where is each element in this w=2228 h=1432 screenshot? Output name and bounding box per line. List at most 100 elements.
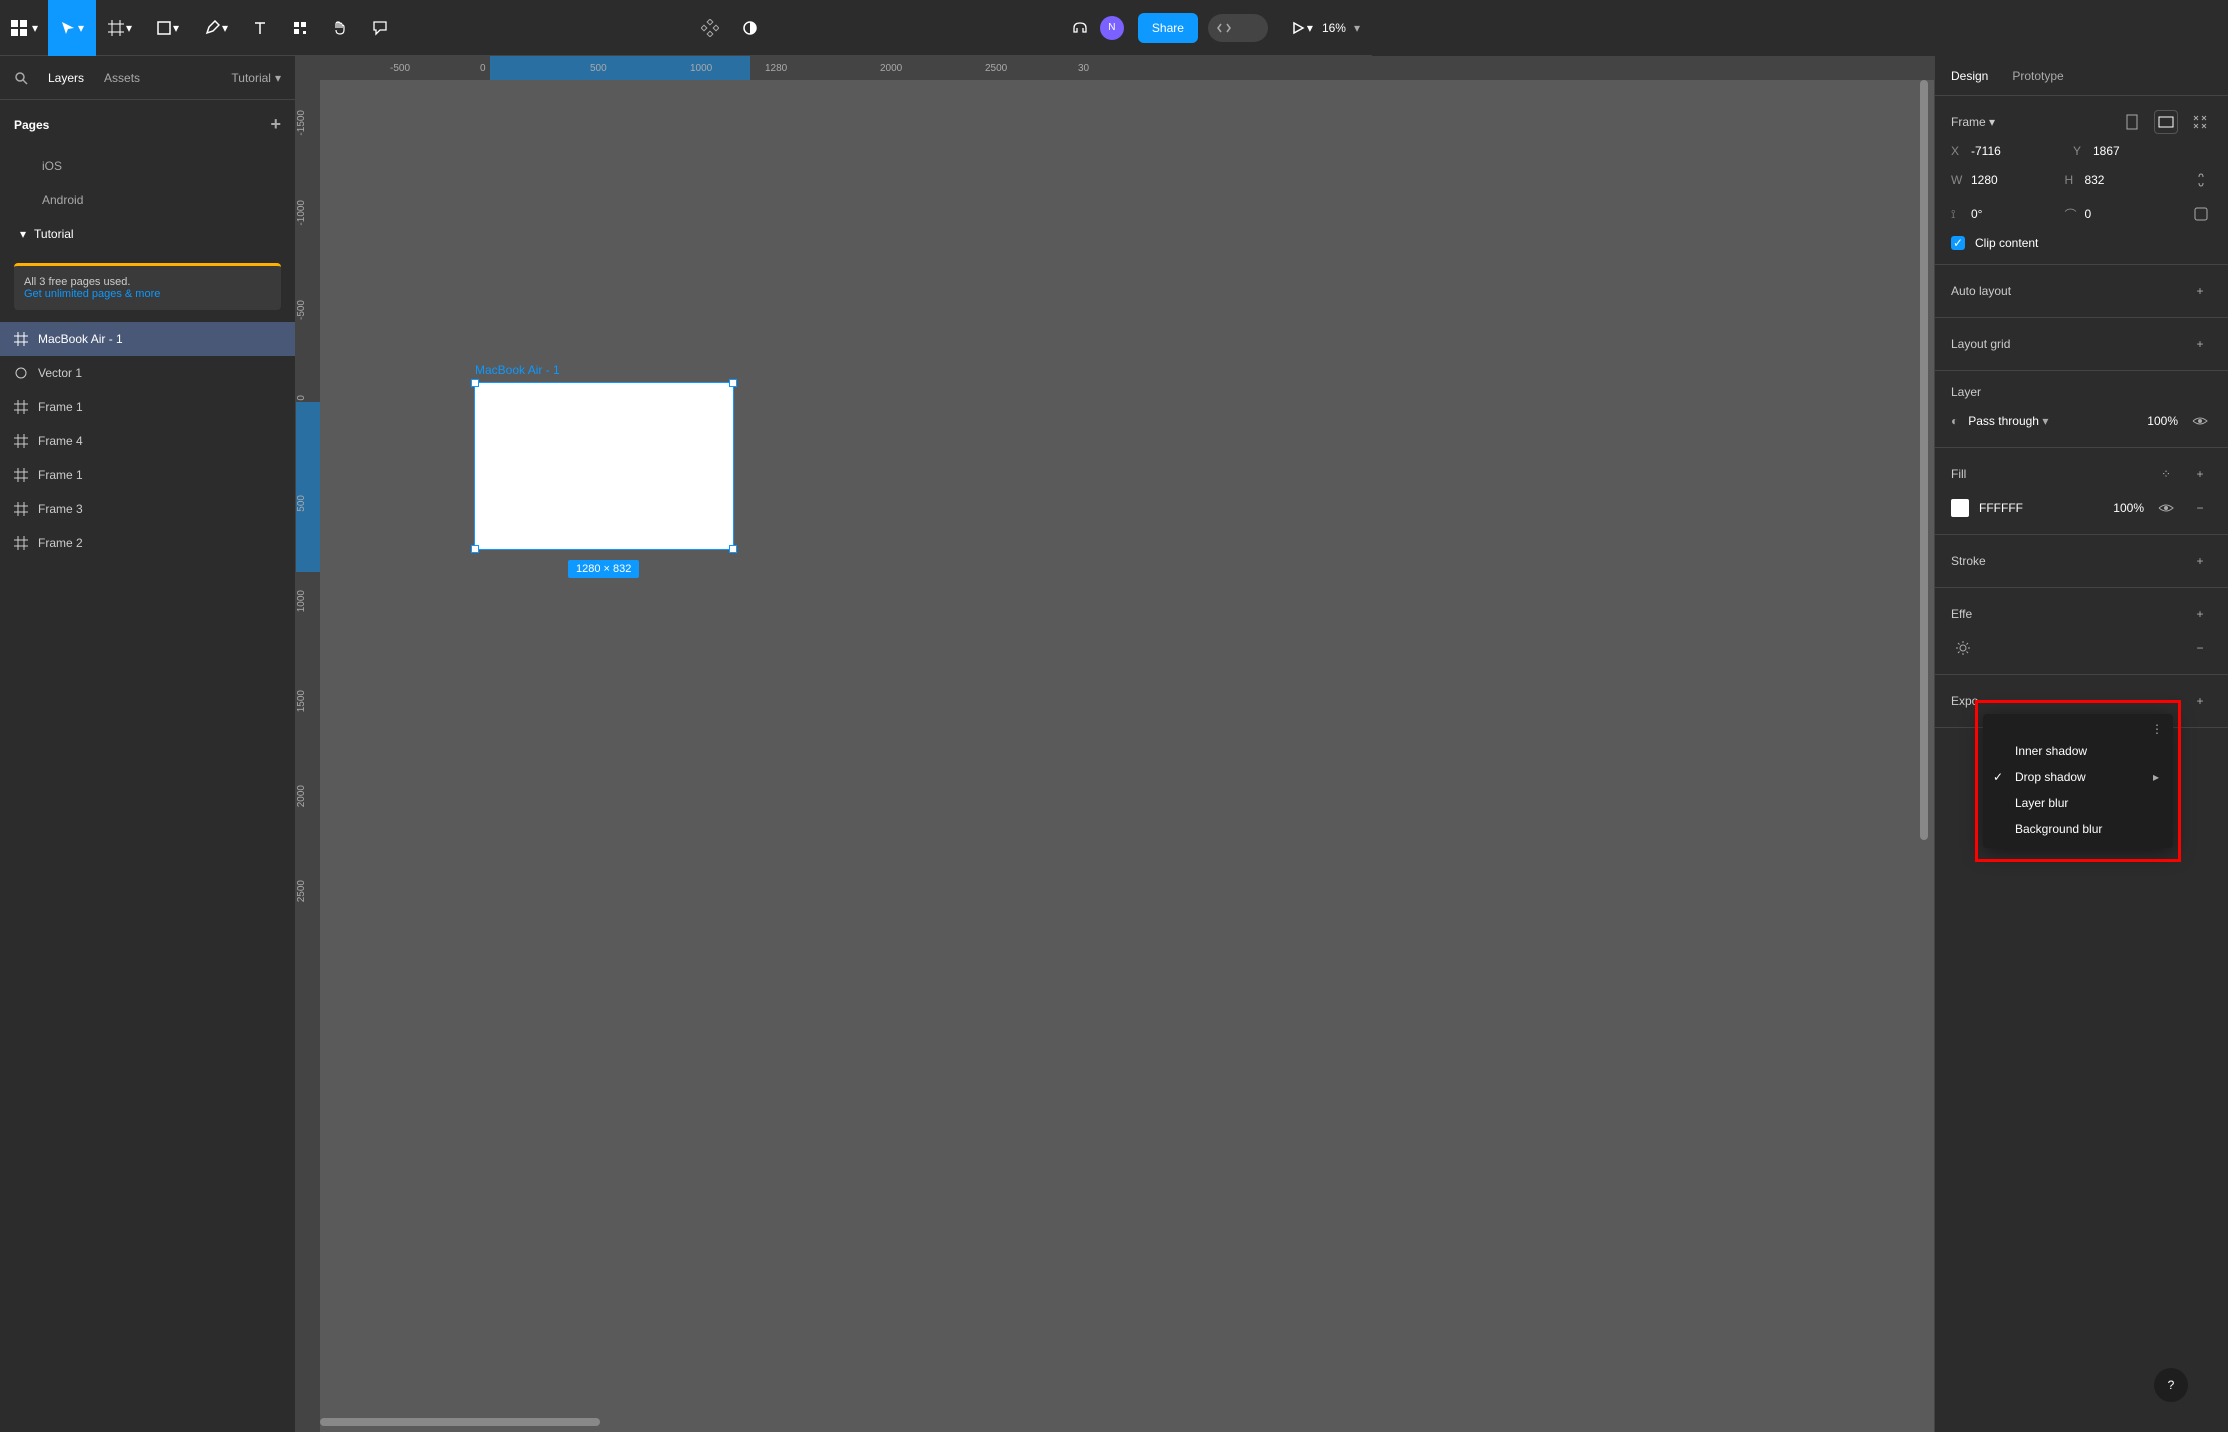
present-button[interactable]: ▾ [1282,0,1322,56]
layer-item[interactable]: Frame 2 [0,526,295,560]
frame-icon [14,502,28,516]
page-item[interactable]: Android [0,183,295,217]
plugin-icon[interactable] [690,0,730,56]
chevron-down-icon: ▾ [275,71,281,85]
fill-opacity[interactable]: 100% [2113,501,2144,515]
landscape-icon[interactable] [2154,110,2178,134]
clip-checkbox[interactable]: ✓ [1951,236,1965,250]
comment-tool[interactable] [360,0,400,56]
add-layout-grid[interactable]: + [2188,332,2212,356]
remove-fill[interactable]: − [2188,496,2212,520]
text-tool[interactable] [240,0,280,56]
add-export[interactable]: + [2188,689,2212,713]
effects-dropdown: ⋮ Inner shadowDrop shadow▸Layer blurBack… [1983,714,2173,848]
layer-item[interactable]: Frame 3 [0,492,295,526]
effect-option[interactable]: Layer blur [1983,790,2173,816]
add-page-button[interactable]: + [270,114,281,135]
file-name[interactable]: Tutorial ▾ [231,71,281,85]
constrain-icon[interactable] [2190,168,2212,192]
selected-frame[interactable]: MacBook Air - 1 [474,382,734,550]
zoom-level[interactable]: 16% [1322,21,1346,35]
add-fill[interactable]: + [2188,462,2212,486]
hand-tool[interactable] [320,0,360,56]
export-label: Expo [1951,694,1978,708]
blend-mode[interactable]: Pass through ▾ [1968,414,2048,428]
shape-tool[interactable]: ▾ [144,0,192,56]
effect-option[interactable]: Background blur [1983,816,2173,842]
ruler-horizontal: -5000500100012802000250030 [320,56,1934,80]
add-effect[interactable]: + [2188,602,2212,626]
menu-more-icon[interactable]: ⋮ [2151,722,2163,736]
menu-button[interactable]: ▾ [0,0,48,56]
layer-name: Vector 1 [38,366,82,380]
blend-icon: ◐ [1951,414,1958,428]
audio-icon[interactable] [1060,0,1100,56]
layer-item[interactable]: Frame 1 [0,458,295,492]
fill-label: Fill [1951,467,1966,481]
frame-label[interactable]: MacBook Air - 1 [475,363,560,377]
upgrade-text: All 3 free pages used. [24,276,271,288]
remove-effect[interactable]: − [2188,636,2212,660]
chevron-down-icon: ▾ [1989,115,1995,129]
layers-tab[interactable]: Layers [48,71,84,85]
frame-tool[interactable]: ▾ [96,0,144,56]
page-item[interactable]: iOS [0,149,295,183]
design-tab[interactable]: Design [1951,69,1988,83]
pages-label: Pages [14,118,49,132]
effect-settings-icon[interactable] [1951,636,1975,660]
fill-visibility-icon[interactable] [2154,496,2178,520]
assets-tab[interactable]: Assets [104,71,140,85]
radius-value[interactable]: 0 [2084,207,2091,221]
chevron-down-icon[interactable]: ▾ [1354,21,1360,35]
effect-option[interactable]: Inner shadow [1983,738,2173,764]
search-icon[interactable] [14,71,28,85]
x-value[interactable]: -7116 [1971,144,2001,158]
topbar: ▾ ▾ ▾ ▾ ▾ N Share ▾ 16%▾ [0,0,1372,56]
dev-mode-toggle[interactable] [1208,14,1268,42]
help-button[interactable]: ? [2154,1368,2188,1402]
effect-option[interactable]: Drop shadow▸ [1983,764,2173,790]
scrollbar-vertical[interactable] [1920,80,1928,840]
share-button[interactable]: Share [1138,13,1198,43]
corner-radius-icon[interactable] [2190,202,2212,226]
layer-item[interactable]: MacBook Air - 1 [0,322,295,356]
fill-hex[interactable]: FFFFFF [1979,501,2023,515]
fill-styles-icon[interactable]: ⁘ [2154,462,2178,486]
visibility-icon[interactable] [2188,409,2212,433]
rotation-value[interactable]: 0° [1971,207,1982,221]
layer-name: Frame 1 [38,400,83,414]
layer-item[interactable]: Frame 4 [0,424,295,458]
rotation-icon: ⟟ [1951,207,1963,222]
prototype-tab[interactable]: Prototype [2012,69,2063,83]
chevron-right-icon: ▸ [2153,770,2159,784]
resources-tool[interactable] [280,0,320,56]
page-item[interactable]: ▾Tutorial [0,217,295,251]
portrait-icon[interactable] [2120,110,2144,134]
layer-item[interactable]: Frame 1 [0,390,295,424]
h-value[interactable]: 832 [2084,173,2104,187]
dark-mode-icon[interactable] [730,0,770,56]
frame-icon [14,332,28,346]
canvas[interactable]: -5000500100012802000250030 -1500-1000-50… [296,56,1934,1432]
layer-name: MacBook Air - 1 [38,332,123,346]
frame-icon [14,400,28,414]
vector-icon [14,366,28,380]
w-value[interactable]: 1280 [1971,173,1998,187]
move-tool[interactable]: ▾ [48,0,96,56]
y-value[interactable]: 1867 [2093,144,2120,158]
layer-section-label: Layer [1951,385,1981,399]
resize-fit-icon[interactable] [2188,110,2212,134]
add-auto-layout[interactable]: + [2188,279,2212,303]
pen-tool[interactable]: ▾ [192,0,240,56]
add-stroke[interactable]: + [2188,549,2212,573]
layer-opacity[interactable]: 100% [2147,414,2178,428]
upgrade-link[interactable]: Get unlimited pages & more [24,288,160,300]
frame-type[interactable]: Frame ▾ [1951,115,1995,129]
ruler-corner [296,56,320,80]
avatar[interactable]: N [1100,16,1124,40]
scrollbar-horizontal[interactable] [320,1418,600,1426]
layer-name: Frame 4 [38,434,83,448]
fill-swatch[interactable] [1951,499,1969,517]
layer-item[interactable]: Vector 1 [0,356,295,390]
left-panel: Layers Assets Tutorial ▾ Pages + iOSAndr… [0,56,296,1432]
